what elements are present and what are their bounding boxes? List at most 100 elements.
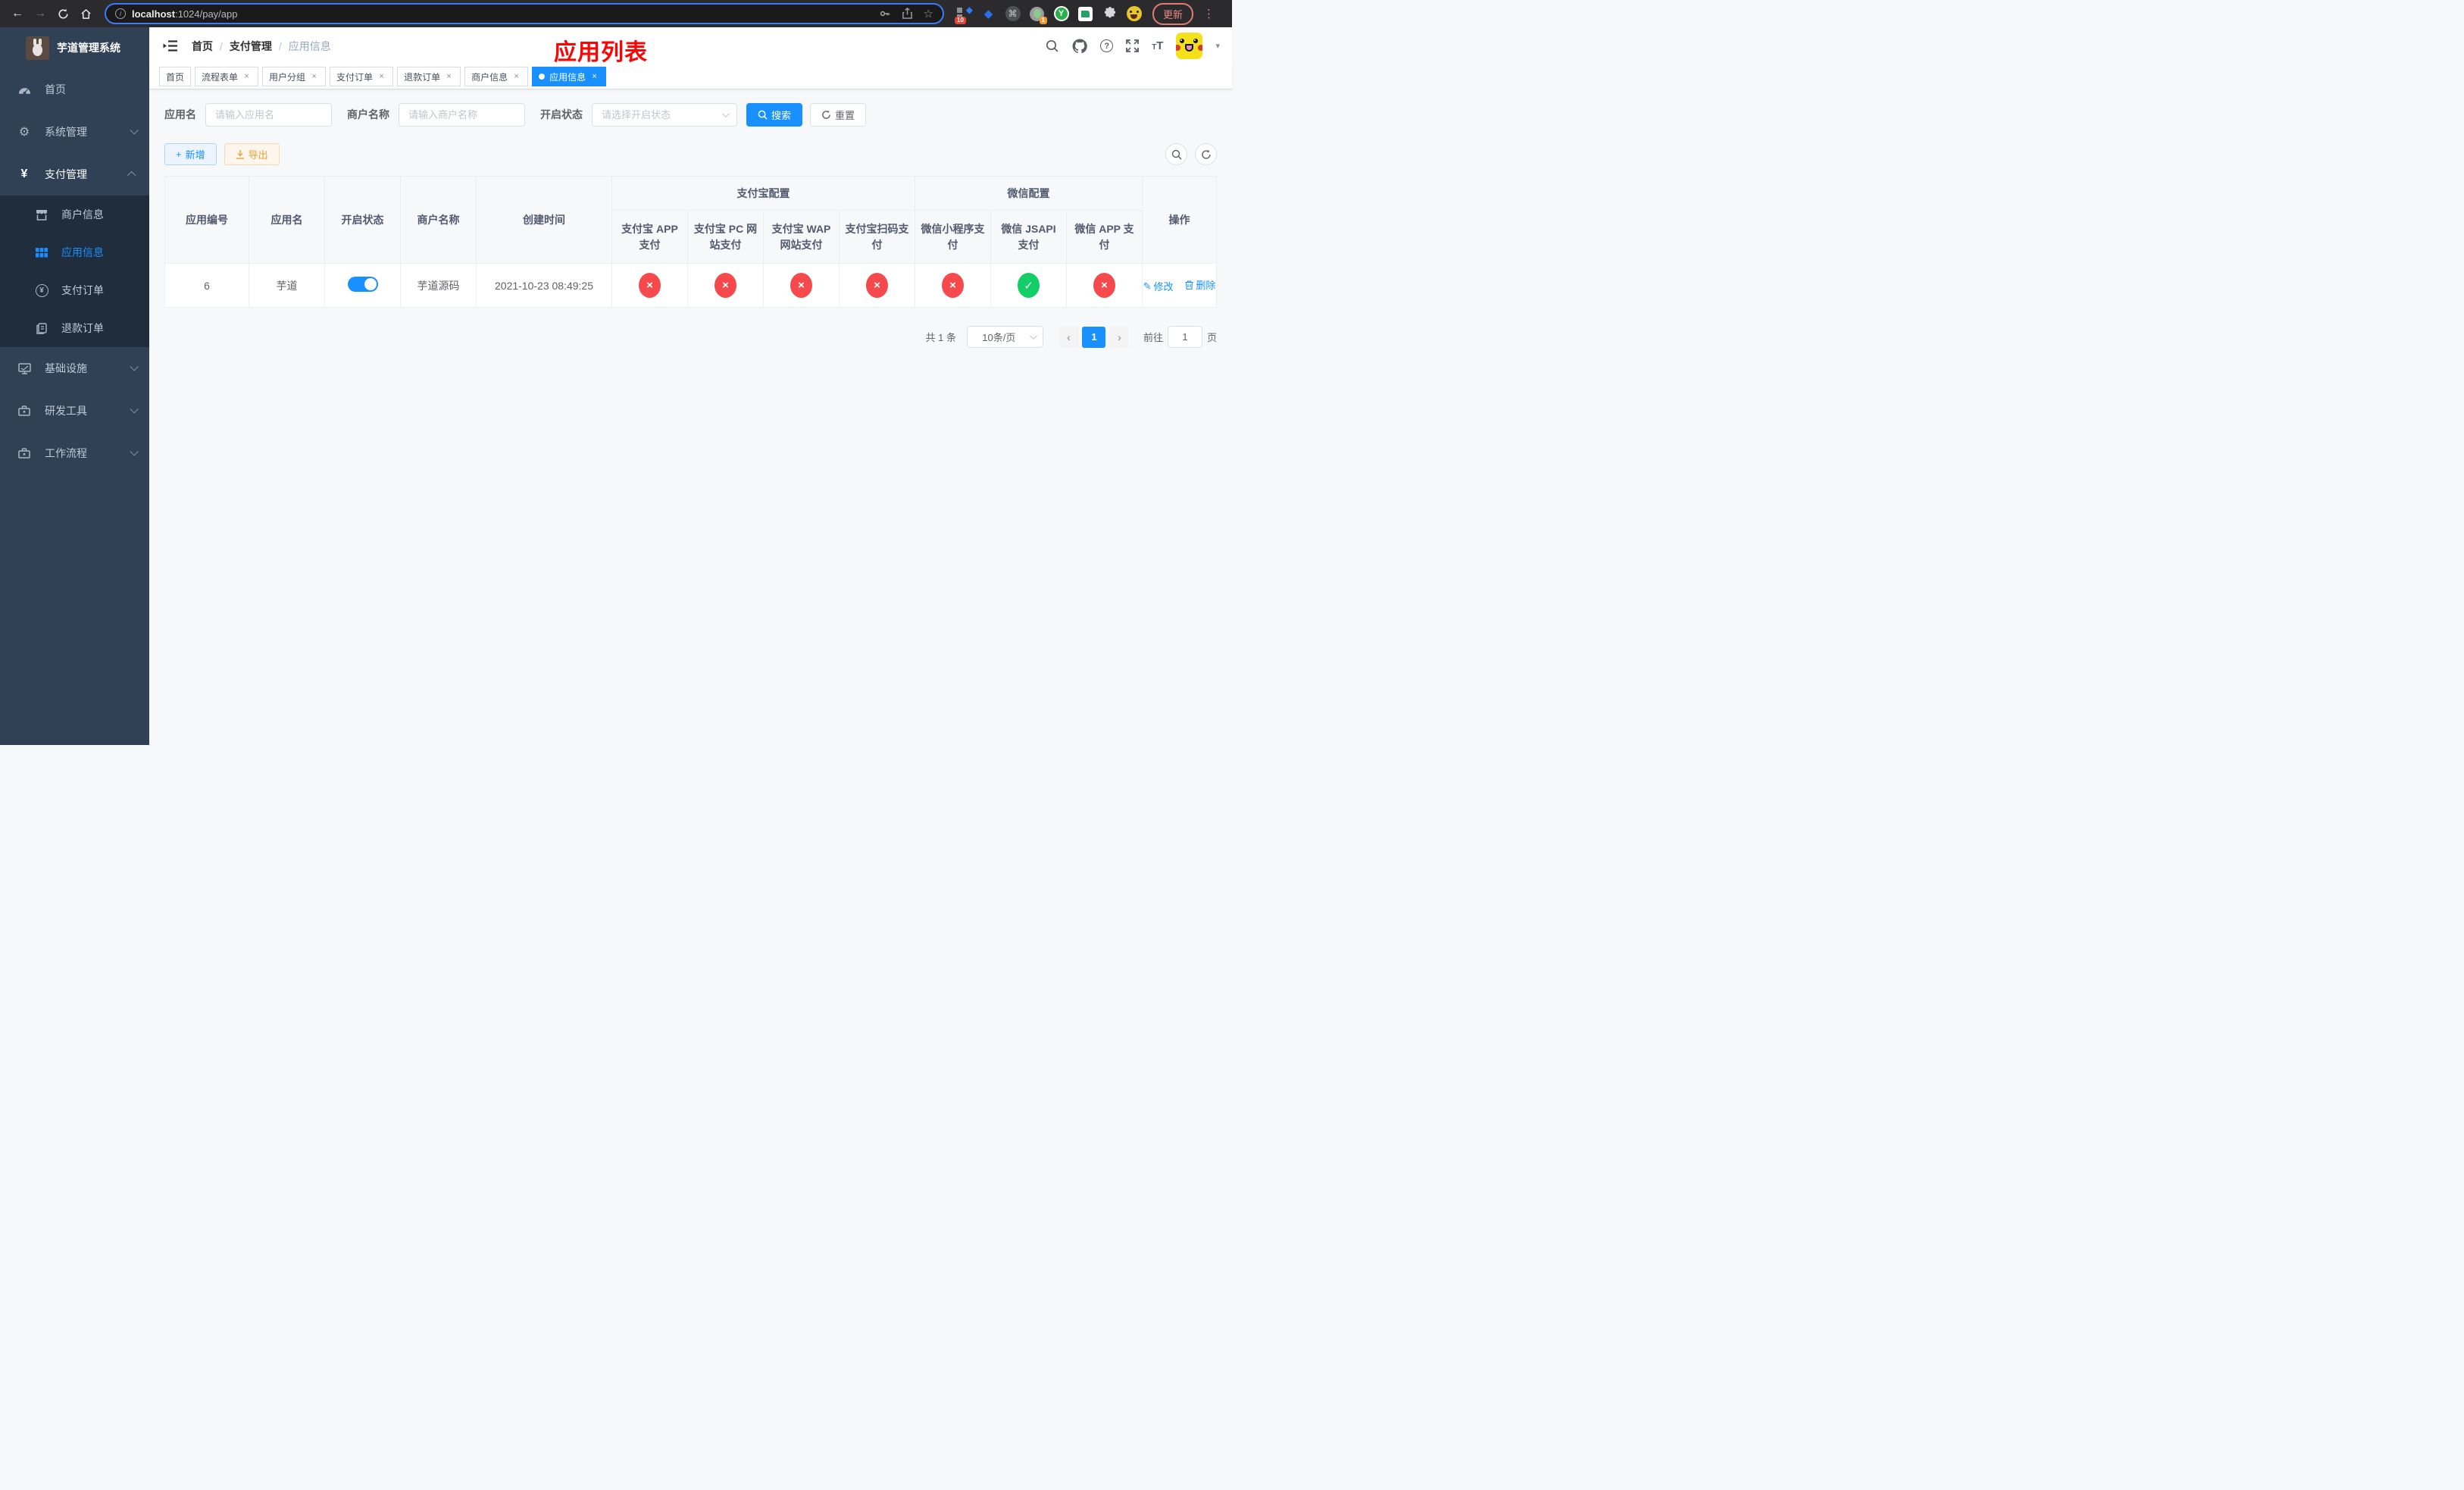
alipay-wap-status-icon: × (790, 273, 812, 298)
merchant-name-label: 商户名称 (347, 108, 389, 121)
search-form: 应用名 商户名称 开启状态 搜索 重置 (164, 102, 1217, 127)
close-icon[interactable]: × (444, 72, 454, 82)
sidebar: 芋道管理系统 首页 ⚙ 系统管理 ¥ 支付管理 商户信息 应用信息 ¥ 支付订单… (0, 27, 149, 745)
browser-update-button[interactable]: 更新 (1152, 2, 1194, 25)
avatar-caret-icon[interactable]: ▾ (1215, 41, 1220, 51)
prev-page-button[interactable]: ‹ (1058, 326, 1079, 348)
add-button[interactable]: + 新增 (164, 143, 217, 165)
col-wechat-jsapi: 微信 JSAPI 支付 (990, 210, 1067, 264)
forward-button[interactable]: → (30, 4, 50, 23)
gear-icon: ⚙ (18, 126, 30, 139)
extensions-puzzle-icon[interactable] (1102, 6, 1118, 22)
close-icon[interactable]: × (511, 72, 521, 82)
browser-menu-icon[interactable]: ⋮ (1201, 7, 1217, 20)
sidebar-item-dev-tools[interactable]: 研发工具 (0, 390, 149, 432)
extension-y-icon[interactable]: Y (1053, 6, 1069, 22)
close-icon[interactable]: × (589, 72, 599, 82)
toggle-search-button[interactable] (1165, 143, 1187, 165)
next-page-button[interactable]: › (1109, 326, 1130, 348)
monitor-icon (15, 362, 33, 374)
address-bar[interactable]: i localhost:1024/pay/app ☆ (105, 3, 944, 24)
export-button[interactable]: 导出 (224, 143, 280, 165)
back-button[interactable]: ← (8, 4, 27, 23)
merchant-name-input[interactable] (408, 108, 515, 121)
extension-recorder-icon[interactable]: 1 (1029, 6, 1047, 24)
pagination: 共 1 条 10条/页 ‹ 1 › 前往 页 (164, 326, 1217, 348)
page-1-button[interactable]: 1 (1082, 326, 1106, 348)
tab-pay-orders[interactable]: 支付订单 × (330, 67, 394, 86)
col-group-alipay: 支付宝配置 (611, 176, 915, 211)
breadcrumb-payment[interactable]: 支付管理 (230, 39, 272, 54)
trash-icon (1185, 280, 1193, 290)
app-name-input[interactable] (215, 108, 322, 121)
search-button[interactable]: 搜索 (746, 102, 803, 127)
col-app-id: 应用编号 (164, 176, 249, 264)
tab-process-form[interactable]: 流程表单 × (195, 67, 259, 86)
cell-app-id: 6 (164, 263, 249, 308)
tab-user-group[interactable]: 用户分组 × (262, 67, 327, 86)
edit-link[interactable]: ✎ 修改 (1143, 279, 1174, 293)
pagination-total: 共 1 条 (925, 332, 956, 343)
github-icon[interactable] (1072, 39, 1087, 53)
tab-app-info[interactable]: 应用信息 × (532, 67, 607, 86)
font-size-icon[interactable]: TT (1152, 39, 1163, 52)
extension-workona-icon[interactable]: ◆ 10 (955, 5, 973, 24)
sidebar-item-payment[interactable]: ¥ 支付管理 (0, 153, 149, 196)
toolbox-icon (15, 405, 33, 416)
col-alipay-wap: 支付宝 WAP 网站支付 (763, 210, 840, 264)
cell-created: 2021-10-23 08:49:25 (476, 263, 612, 308)
tab-merchant-info[interactable]: 商户信息 × (464, 67, 529, 86)
page-size-select[interactable]: 10条/页 (966, 326, 1043, 348)
extension-command-icon[interactable]: ⌘ (1005, 6, 1021, 22)
bookmark-star-icon[interactable]: ☆ (924, 8, 933, 20)
sidebar-collapse-icon[interactable] (163, 39, 178, 52)
sidebar-item-pay-orders[interactable]: ¥ 支付订单 (0, 271, 149, 309)
col-alipay-qr: 支付宝扫码支付 (839, 210, 915, 264)
sidebar-item-merchant-info[interactable]: 商户信息 (0, 196, 149, 233)
share-icon[interactable] (902, 8, 913, 20)
sidebar-item-home[interactable]: 首页 (0, 68, 149, 111)
close-icon[interactable]: × (377, 72, 386, 82)
sidebar-item-infrastructure[interactable]: 基础设施 (0, 347, 149, 390)
tab-bar: 首页 流程表单 × 用户分组 × 支付订单 × 退款订单 × 商户信息 × 应用信息 × (149, 64, 1232, 89)
app-table: 应用编号 应用名 开启状态 商户名称 创建时间 支付宝配置 微信配置 操作 支付… (164, 176, 1217, 308)
close-icon[interactable]: × (309, 72, 319, 82)
breadcrumb-home[interactable]: 首页 (192, 39, 213, 54)
reset-button[interactable]: 重置 (810, 102, 867, 127)
page-unit-label: 页 (1206, 332, 1217, 343)
refresh-button[interactable] (1195, 143, 1217, 165)
col-app-name: 应用名 (249, 176, 325, 264)
workflow-icon (15, 448, 33, 459)
sidebar-item-workflow[interactable]: 工作流程 (0, 432, 149, 474)
page-header: 首页 / 支付管理 / 应用信息 应用列表 ? TT ▾ (149, 27, 1232, 65)
extension-emoji-icon[interactable] (1126, 6, 1142, 22)
tab-home[interactable]: 首页 (159, 67, 192, 86)
chevron-down-icon (130, 362, 139, 371)
col-actions: 操作 (1142, 176, 1217, 264)
alipay-qr-status-icon: × (866, 273, 888, 298)
sidebar-item-system[interactable]: ⚙ 系统管理 (0, 111, 149, 153)
sidebar-item-refund-orders[interactable]: 退款订单 (0, 309, 149, 347)
col-wechat-app: 微信 APP 支付 (1066, 210, 1143, 264)
delete-link[interactable]: 删除 (1185, 277, 1215, 292)
tab-refund-orders[interactable]: 退款订单 × (397, 67, 461, 86)
extension-chat-icon[interactable] (1077, 6, 1093, 22)
yen-icon: ¥ (20, 167, 28, 180)
help-icon[interactable]: ? (1100, 39, 1114, 52)
fullscreen-icon[interactable] (1126, 39, 1140, 52)
yen-circle-icon: ¥ (33, 283, 50, 297)
app-title: 芋道管理系统 (57, 42, 120, 54)
sidebar-item-app-info[interactable]: 应用信息 (0, 233, 149, 271)
page-info-icon[interactable]: i (115, 8, 126, 19)
avatar[interactable] (1176, 33, 1203, 59)
close-icon[interactable]: × (242, 72, 252, 82)
chevron-down-icon (130, 405, 139, 414)
status-select[interactable] (592, 102, 737, 127)
goto-page-input[interactable] (1167, 326, 1202, 348)
password-key-icon[interactable] (879, 8, 891, 20)
search-icon[interactable] (1046, 39, 1059, 53)
extension-balloon-icon[interactable]: ◆ (980, 6, 996, 22)
reload-button[interactable] (53, 4, 73, 23)
status-toggle[interactable] (347, 277, 378, 292)
home-button[interactable] (76, 4, 95, 23)
